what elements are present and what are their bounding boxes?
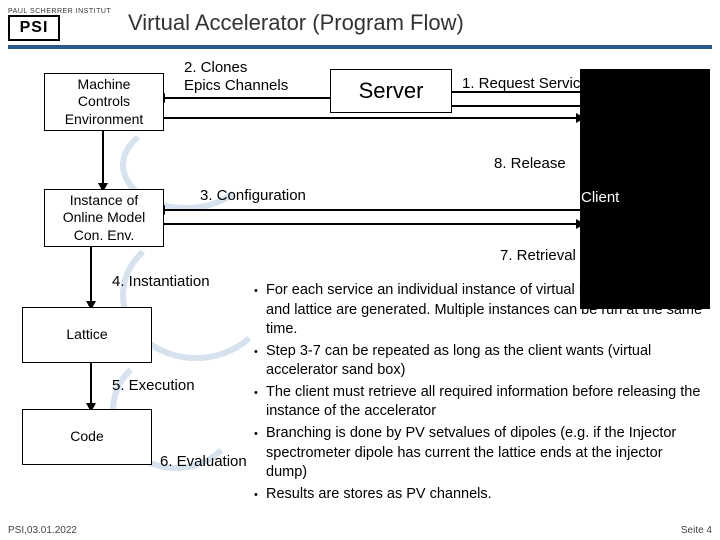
arrow-retrieval	[164, 117, 580, 119]
machine-label: Machine Controls Environment	[65, 76, 144, 129]
institute-label: PAUL SCHERRER INSTITUT	[8, 8, 111, 15]
label-clones: 2. Clones	[184, 59, 247, 76]
lattice-label: Lattice	[66, 326, 107, 344]
label-epics-channels: Epics Channels	[184, 77, 288, 94]
arrow-instance-lattice	[90, 247, 92, 305]
label-release: 8. Release	[494, 155, 566, 172]
arrow-config-b	[164, 223, 580, 225]
arrow-config-a	[164, 209, 580, 211]
label-instantiation: 4. Instantiation	[112, 273, 210, 290]
label-configuration: 3. Configuration	[200, 187, 306, 204]
label-request-service: 1. Request Service	[462, 75, 589, 92]
list-item: Branching is done by PV setvalues of dip…	[254, 424, 705, 483]
instance-box: Instance of Online Model Con. Env.	[44, 189, 164, 247]
diagram-canvas: Server Machine Controls Environment Clie…	[0, 49, 720, 529]
label-evaluation: 6. Evaluation	[160, 453, 247, 470]
bullet-list: For each service an individual instance …	[240, 281, 705, 506]
list-item: Results are stores as PV channels.	[254, 485, 705, 505]
arrow-machine-instance	[102, 131, 104, 187]
code-label: Code	[70, 428, 103, 446]
machine-box: Machine Controls Environment	[44, 73, 164, 131]
label-retrieval: 7. Retrieval	[500, 247, 576, 264]
server-box: Server	[330, 69, 452, 113]
list-item: Step 3-7 can be repeated as long as the …	[254, 342, 705, 381]
page-title: Virtual Accelerator (Program Flow)	[128, 10, 464, 36]
arrow-lattice-code	[90, 363, 92, 407]
list-item: The client must retrieve all required in…	[254, 383, 705, 422]
arrow-clones	[164, 97, 330, 99]
psi-logo: PSI	[8, 15, 60, 41]
label-execution: 5. Execution	[112, 377, 195, 394]
client-box: Client	[580, 69, 710, 309]
lattice-box: Lattice	[22, 307, 152, 363]
arrow-release	[450, 105, 580, 107]
header: PAUL SCHERRER INSTITUT PSI Virtual Accel…	[0, 0, 720, 41]
code-box: Code	[22, 409, 152, 465]
footer: PSI,03.01.2022 Seite 4	[8, 525, 712, 536]
server-label: Server	[359, 77, 424, 105]
footer-right: Seite 4	[681, 525, 712, 536]
footer-left: PSI,03.01.2022	[8, 525, 77, 536]
instance-label: Instance of Online Model Con. Env.	[63, 192, 146, 245]
client-label: Client	[581, 189, 619, 208]
